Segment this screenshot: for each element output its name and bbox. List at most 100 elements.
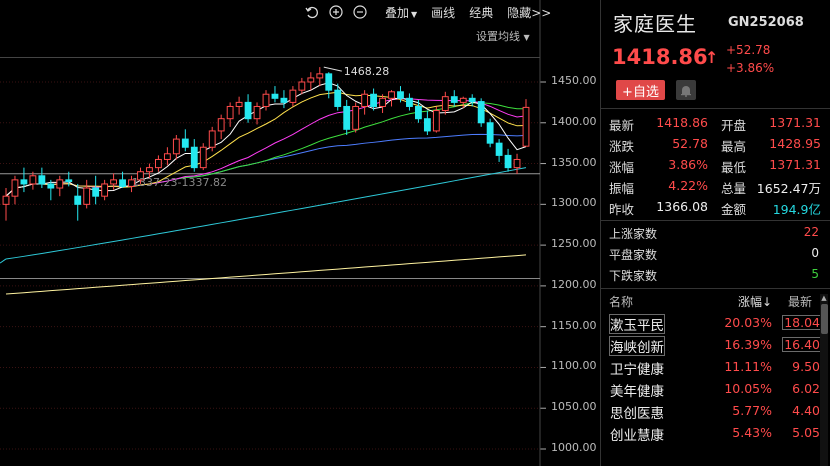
- y-tick-label: 1250.00: [551, 237, 597, 251]
- stock-name: 海峡创新: [609, 336, 665, 356]
- list-item[interactable]: 美年健康 10.05% 6.02: [601, 378, 830, 400]
- scroll-thumb[interactable]: [821, 304, 828, 334]
- candle-body[interactable]: [146, 167, 153, 173]
- candle-body[interactable]: [110, 179, 118, 185]
- candle-body[interactable]: [280, 97, 288, 103]
- stock-latest: 4.40: [792, 403, 820, 418]
- hide-button[interactable]: 隐藏>>: [507, 4, 551, 21]
- candle-body[interactable]: [56, 179, 64, 189]
- stat-value: 194.9亿: [772, 202, 821, 217]
- candle-body[interactable]: [92, 187, 100, 197]
- candle-body[interactable]: [397, 91, 404, 99]
- overlay-label: 叠加: [385, 5, 410, 20]
- candle-body[interactable]: [38, 175, 46, 185]
- candle-body[interactable]: [208, 130, 216, 148]
- candle-body[interactable]: [325, 73, 333, 91]
- y-tick-label: 1200.00: [551, 277, 597, 291]
- candle-body[interactable]: [289, 89, 297, 103]
- alert-button[interactable]: [676, 80, 696, 100]
- candle-body[interactable]: [2, 195, 10, 205]
- high-pointer: [323, 66, 342, 72]
- zoom-out-icon[interactable]: [353, 5, 367, 19]
- stat-value: 3.86%: [668, 157, 708, 172]
- candle-body[interactable]: [459, 97, 467, 103]
- undo-icon[interactable]: [305, 5, 319, 19]
- candle-body[interactable]: [20, 179, 28, 185]
- stat-value: 1428.95: [769, 136, 821, 151]
- stat-label: 最高: [721, 139, 747, 154]
- y-tick-label: 1000.00: [551, 441, 597, 454]
- count-value: 22: [803, 225, 819, 239]
- candle-body[interactable]: [334, 89, 342, 107]
- candle-body[interactable]: [119, 179, 126, 187]
- candle-body[interactable]: [316, 73, 324, 79]
- candle-body[interactable]: [423, 118, 431, 132]
- candle-body[interactable]: [495, 142, 503, 156]
- scroll-up-icon[interactable]: ▲: [820, 294, 828, 302]
- list-item[interactable]: 漱玉平民 20.03% 18.04: [601, 312, 830, 334]
- candle-body[interactable]: [226, 105, 234, 120]
- list-item[interactable]: 创业慧康 5.43% 5.05: [601, 422, 830, 444]
- candle-body[interactable]: [406, 97, 413, 107]
- candle-body[interactable]: [441, 96, 449, 112]
- candle-body[interactable]: [65, 179, 73, 182]
- candle-body[interactable]: [101, 183, 109, 197]
- stock-name: 美年健康: [610, 384, 664, 400]
- list-item[interactable]: 卫宁健康 11.11% 9.50: [601, 356, 830, 378]
- stat-label: 总量: [721, 181, 747, 196]
- list-item[interactable]: 思创医惠 5.77% 4.40: [601, 400, 830, 422]
- candle-body[interactable]: [450, 96, 458, 103]
- candle-body[interactable]: [163, 153, 171, 160]
- classic-button[interactable]: 经典: [469, 4, 493, 21]
- candle-body[interactable]: [361, 93, 369, 107]
- zoom-in-icon[interactable]: [329, 5, 343, 19]
- candle-body[interactable]: [244, 101, 252, 120]
- candle-body[interactable]: [307, 77, 315, 83]
- candle-body[interactable]: [468, 97, 476, 103]
- candle-body[interactable]: [513, 158, 521, 169]
- candle-body[interactable]: [388, 91, 395, 99]
- candle-body[interactable]: [217, 118, 225, 132]
- stock-name: 漱玉平民: [609, 314, 665, 334]
- candle-body[interactable]: [83, 187, 91, 205]
- list-header: 名称 涨幅↓ 最新: [601, 292, 830, 310]
- candle-body[interactable]: [352, 105, 360, 130]
- kline-svg[interactable]: 1468.28 1337.23-1337.82: [0, 0, 600, 466]
- candle-body[interactable]: [253, 105, 261, 120]
- candle-body[interactable]: [432, 110, 440, 132]
- stat-value: 1371.31: [769, 115, 821, 130]
- list-item[interactable]: 海峡创新 16.39% 16.40: [601, 334, 830, 356]
- candle-body[interactable]: [74, 195, 82, 205]
- candle-body[interactable]: [11, 179, 19, 197]
- candle-body[interactable]: [504, 154, 512, 169]
- stock-latest: 9.50: [792, 359, 820, 374]
- ma-setting-label: 设置均线: [476, 30, 520, 43]
- ma-setting-dropdown[interactable]: 设置均线 ▼: [476, 28, 530, 44]
- candle-body[interactable]: [235, 101, 243, 107]
- candle-body[interactable]: [522, 106, 530, 147]
- candle-body[interactable]: [199, 146, 207, 169]
- candle-body[interactable]: [190, 146, 198, 169]
- candle-body[interactable]: [477, 101, 485, 124]
- candle-body[interactable]: [486, 122, 494, 144]
- candle-body[interactable]: [298, 81, 306, 91]
- drawline-button[interactable]: 画线: [431, 4, 455, 21]
- candle-body[interactable]: [29, 175, 37, 185]
- add-watchlist-button[interactable]: +自选: [616, 80, 665, 100]
- list-header-pct[interactable]: 涨幅↓: [738, 293, 772, 310]
- stat-label: 最低: [721, 160, 747, 175]
- candle-body[interactable]: [370, 93, 378, 107]
- candle-body[interactable]: [379, 97, 386, 107]
- candle-body[interactable]: [155, 158, 162, 169]
- candle-body[interactable]: [271, 93, 279, 99]
- candle-body[interactable]: [343, 105, 351, 130]
- candle-body[interactable]: [47, 183, 55, 189]
- candle-body[interactable]: [415, 105, 422, 120]
- candle-body[interactable]: [262, 93, 270, 107]
- candle-body[interactable]: [181, 138, 189, 148]
- candle-body[interactable]: [172, 138, 180, 155]
- overlay-button[interactable]: 叠加 ▼: [385, 4, 417, 21]
- list-header-name[interactable]: 名称: [609, 293, 633, 310]
- candlestick-chart[interactable]: 1468.28 1337.23-1337.82: [0, 0, 600, 466]
- list-header-latest[interactable]: 最新: [788, 293, 812, 310]
